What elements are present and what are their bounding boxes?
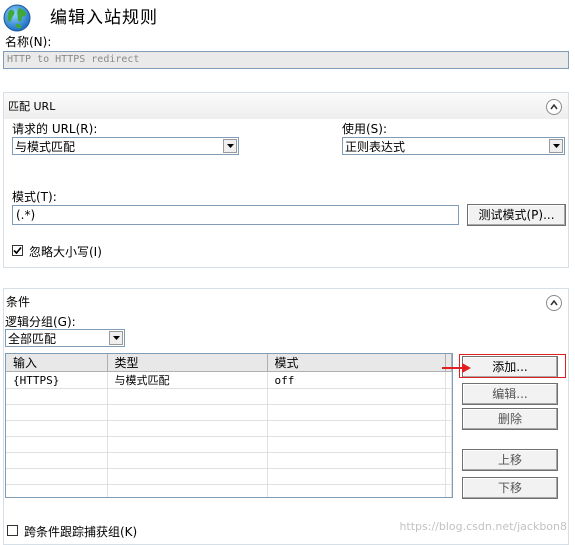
logical-group-label: 逻辑分组(G): [5,315,76,329]
using-label: 使用(S): [342,122,388,136]
annotation-arrow-icon [442,363,471,373]
pattern-label: 模式(T): [12,190,57,204]
match-url-section: 匹配 URL [3,92,569,268]
chevron-up-icon [550,104,558,110]
logical-group-value: 全部匹配 [8,331,57,346]
table-cell [445,371,452,389]
conditions-header: 条件 [4,289,568,315]
collapse-conditions-button[interactable] [546,295,562,311]
dropdown-arrow-icon[interactable] [109,331,123,345]
checkmark-icon [13,246,22,255]
table-row-empty [6,436,452,453]
globe-icon [3,4,31,32]
dropdown-arrow-icon[interactable] [549,139,563,153]
move-up-button[interactable]: 上移 [462,449,558,471]
edit-condition-button[interactable]: 编辑... [462,383,558,405]
ignore-case-label: 忽略大小写(I) [29,245,102,259]
match-url-header: 匹配 URL [4,93,568,119]
requested-url-select[interactable]: 与模式匹配 [12,137,239,155]
requested-url-value: 与模式匹配 [15,139,76,154]
grid-header-row: 输入 类型 模式 [6,354,452,372]
table-row-empty [6,388,452,405]
table-cell: off [267,371,446,389]
using-value: 正则表达式 [345,139,406,154]
dropdown-arrow-icon[interactable] [223,139,237,153]
table-row-empty [6,452,452,469]
pattern-input[interactable]: (.*) [12,205,459,225]
name-input[interactable]: HTTP to HTTPS redirect [3,51,569,69]
ignore-case-checkbox[interactable] [12,245,23,256]
table-row-empty [6,468,452,485]
table-row-empty [6,404,452,421]
table-row-empty [6,420,452,437]
logical-group-select[interactable]: 全部匹配 [5,329,125,347]
test-pattern-button[interactable]: 测试模式(P)... [467,204,566,226]
watermark-text: https://blog.csdn.net/jackbon8 [399,520,567,533]
table-cell: {HTTPS} [6,371,108,389]
chevron-up-icon [550,300,558,306]
track-groups-checkbox[interactable] [7,525,18,536]
move-down-button[interactable]: 下移 [462,477,558,499]
name-label: 名称(N): [5,35,52,49]
delete-condition-button[interactable]: 删除 [462,408,558,430]
table-cell: 与模式匹配 [107,371,268,389]
track-groups-label: 跨条件跟踪捕获组(K) [24,525,138,539]
conditions-grid: 输入 类型 模式 {HTTPS} 与模式匹配 off [5,353,453,498]
column-header-type[interactable]: 类型 [107,354,268,372]
table-row-empty [6,484,452,497]
collapse-match-button[interactable] [546,99,562,115]
using-select[interactable]: 正则表达式 [342,137,565,155]
conditions-title: 条件 [6,295,31,309]
requested-url-label: 请求的 URL(R): [12,122,98,136]
match-url-title: 匹配 URL [8,100,56,113]
column-header-input[interactable]: 输入 [6,354,108,372]
column-header-pattern[interactable]: 模式 [267,354,446,372]
page-title: 编辑入站规则 [50,8,158,28]
table-row[interactable]: {HTTPS} 与模式匹配 off [6,371,452,389]
annotation-highlight-box [459,354,566,378]
